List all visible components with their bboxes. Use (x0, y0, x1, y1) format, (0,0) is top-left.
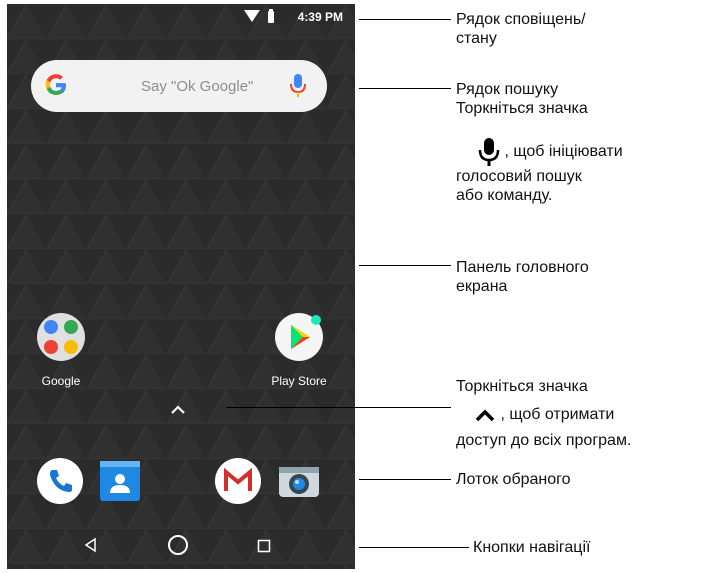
callout-text: Торкніться значка (456, 378, 588, 395)
chevron-up-icon[interactable] (170, 404, 186, 416)
leader-line-search (359, 88, 451, 89)
chevron-up-icon (475, 409, 495, 422)
status-time: 4:39 PM (297, 10, 343, 24)
callout-text: стану (456, 30, 497, 47)
leader-line-home-panel (359, 265, 451, 266)
back-icon[interactable] (83, 537, 99, 553)
callout-search-bar: Рядок пошуку Торкніться значка (456, 80, 588, 118)
callout-text: доступ до всіх програм. (456, 432, 632, 449)
callout-all-apps-detail: , щоб отримати (474, 405, 614, 424)
callout-text: , щоб отримати (500, 406, 615, 423)
callout-all-apps-detail-2: доступ до всіх програм. (456, 431, 631, 450)
callout-text: екрана (456, 278, 508, 295)
callout-search-detail: , щоб ініціювати (478, 137, 623, 167)
leader-line-status (359, 19, 451, 20)
callout-text: Рядок пошуку (456, 81, 559, 98)
google-g-icon (45, 74, 66, 95)
callout-search-detail-2: голосовий пошук або команду. (456, 167, 582, 205)
leader-line-apps (226, 407, 451, 408)
phone-icon[interactable] (36, 457, 84, 505)
callout-navigation-buttons: Кнопки навігації (473, 538, 590, 557)
callout-text: , щоб ініціювати (504, 143, 623, 161)
callout-text: Кнопки навігації (473, 539, 591, 556)
callout-text: Торкніться значка (456, 100, 588, 117)
camera-icon[interactable] (275, 457, 323, 505)
callout-text: або команду. (456, 187, 553, 204)
microphone-icon (478, 138, 500, 166)
home-icon[interactable] (166, 533, 190, 557)
callout-favorites-tray: Лоток обраного (456, 470, 571, 489)
leader-line-favorites (359, 479, 451, 480)
leader-line-navigation (359, 547, 469, 548)
callout-home-panel: Панель головного екрана (456, 258, 589, 296)
app-label: Google (41, 374, 81, 388)
app-label: Play Store (271, 374, 327, 388)
battery-icon (268, 9, 274, 23)
wifi-icon (244, 10, 260, 22)
gmail-icon[interactable] (214, 457, 262, 505)
search-placeholder: Say "Ok Google" (141, 78, 254, 95)
phone-screen: 4:39 PM Say "Ok Google" Google Play Stor… (7, 4, 355, 569)
search-bar[interactable]: Say "Ok Google" (31, 60, 327, 112)
recents-icon[interactable] (257, 539, 271, 553)
play-store-icon (275, 313, 323, 361)
contacts-icon[interactable] (97, 457, 143, 505)
google-folder-icon (37, 313, 85, 361)
callout-all-apps: Торкніться значка (456, 377, 588, 396)
callout-text: Лоток обраного (456, 471, 571, 488)
status-bar: 4:39 PM (7, 4, 355, 32)
callout-text: Рядок сповіщень/ (456, 11, 586, 28)
callout-text: Панель головного (456, 259, 589, 276)
microphone-icon[interactable] (289, 73, 307, 99)
callout-status-bar: Рядок сповіщень/ стану (456, 10, 586, 48)
callout-text: голосовий пошук (456, 168, 582, 185)
